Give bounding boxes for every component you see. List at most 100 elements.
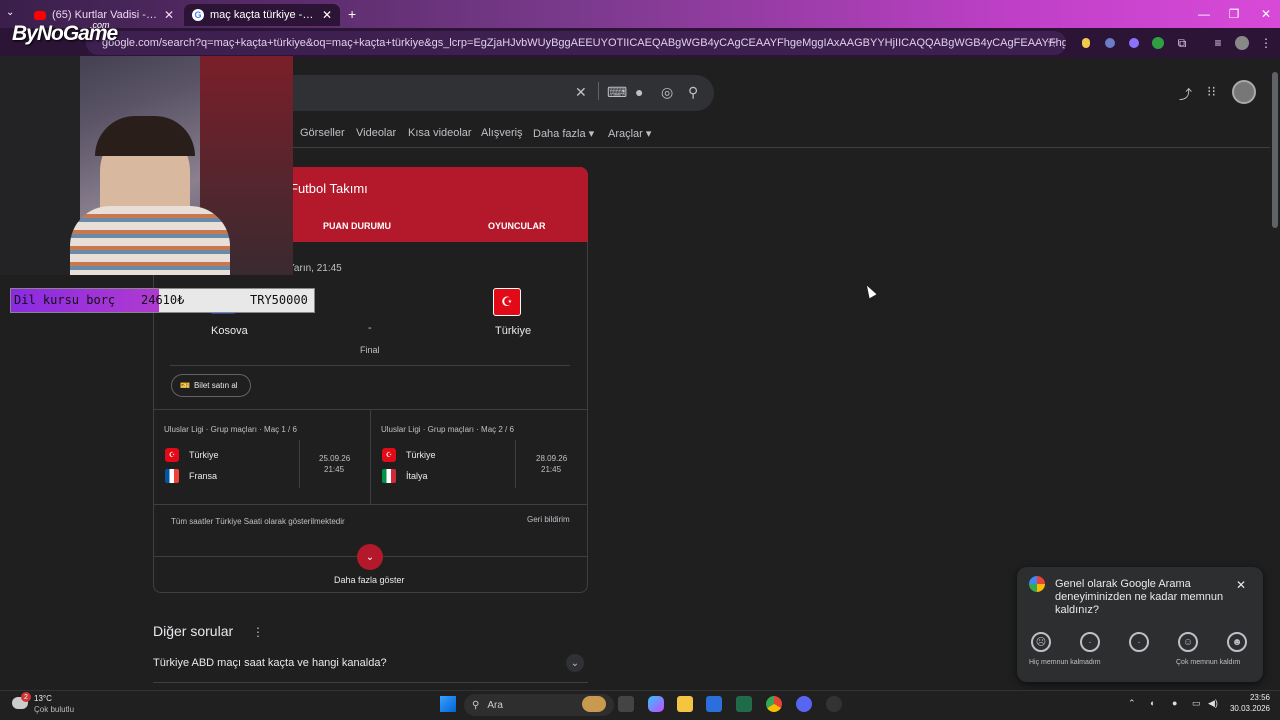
feedback-question: Genel olarak Google Arama deneyiminizden… (1055, 578, 1224, 616)
url-text: google.com/search?q=maç+kaçta+türkiye&oq… (102, 37, 1066, 49)
extension-icon[interactable] (1078, 35, 1094, 51)
team-name[interactable]: Türkiye (189, 450, 219, 460)
team-name[interactable]: Türkiye (406, 450, 436, 460)
match-time: 21:45 (324, 465, 345, 474)
tab-short-videos[interactable]: Kısa videolar (408, 127, 472, 139)
very-unhappy-face-icon[interactable]: ☹ (1031, 632, 1051, 652)
caret-down-icon: ▾ (588, 128, 595, 140)
question-item[interactable]: Türkiye ABD maçı saat kaçta ve hangi kan… (153, 657, 387, 669)
avatar[interactable] (1234, 35, 1250, 51)
show-more-button[interactable]: Daha fazla göster (334, 575, 405, 585)
search-icon[interactable]: ⚲ (688, 84, 698, 101)
feedback-link[interactable]: Geri bildirim (527, 515, 570, 524)
windows-start-icon[interactable] (440, 696, 456, 712)
high-rating-label: Çok memnun kaldım (1176, 659, 1241, 666)
divider (153, 504, 588, 505)
widget-icon[interactable] (582, 696, 606, 712)
chevron-down-icon[interactable]: ⌄ (566, 654, 584, 672)
neutral-face-icon[interactable]: · (1129, 632, 1149, 652)
monitor-icon[interactable]: ▭ (1192, 698, 1201, 709)
share-icon[interactable]: ⤴ (1179, 84, 1192, 103)
tab-google-search[interactable]: G maç kaçta türkiye - Google'da A... ✕ (184, 4, 340, 26)
match-date: Yarın, 21:45 (288, 263, 342, 274)
app-icon[interactable] (736, 696, 752, 712)
competition-label: Uluslar Ligi · Grup maçları · Maç 1 / 6 (164, 425, 297, 434)
weather-desc: Çok bulutlu (34, 705, 75, 714)
close-icon[interactable]: ✕ (164, 8, 174, 22)
google-icon: G (192, 9, 204, 21)
star-icon[interactable]: ☆ (1044, 35, 1060, 51)
youtube-icon (34, 10, 46, 20)
scrollbar-thumb[interactable] (1272, 72, 1278, 228)
file-explorer-icon[interactable] (677, 696, 693, 712)
chevron-down-icon[interactable]: ⌄ (357, 544, 383, 570)
microphone-icon[interactable]: ● (635, 84, 643, 100)
tab-images[interactable]: Görseller (300, 127, 345, 139)
tab-players[interactable]: OYUNCULAR (488, 221, 546, 231)
puzzle-icon[interactable]: ⧉ (1174, 35, 1190, 51)
close-icon[interactable]: ✕ (1236, 578, 1246, 592)
tab-tools[interactable]: Araçlar ▾ (608, 127, 651, 140)
chrome-icon[interactable] (766, 696, 782, 712)
window-close-button[interactable]: ✕ (1250, 0, 1280, 28)
volume-icon[interactable]: ◀) (1208, 698, 1218, 709)
mouse-cursor (863, 283, 877, 299)
turkey-flag-icon: ☪ (165, 448, 179, 462)
address-bar[interactable]: google.com/search?q=maç+kaçta+türkiye&oq… (86, 31, 1066, 55)
unhappy-face-icon[interactable]: · (1080, 632, 1100, 652)
clock-time[interactable]: 23:56 (1230, 693, 1270, 702)
close-icon[interactable]: ✕ (322, 8, 332, 22)
tab-label: Daha fazla (533, 128, 586, 140)
new-tab-button[interactable]: + (348, 6, 356, 22)
discord-icon[interactable] (796, 696, 812, 712)
tab-standings[interactable]: PUAN DURUMU (323, 221, 391, 231)
score: - (368, 322, 372, 334)
tab-videos[interactable]: Videolar (356, 127, 396, 139)
divider (153, 682, 588, 683)
media-icon[interactable]: ≡ (1210, 35, 1226, 51)
tab-more[interactable]: Daha fazla ▾ (533, 127, 594, 140)
more-options-icon[interactable]: ⋮ (252, 625, 264, 639)
app-icon[interactable] (826, 696, 842, 712)
match-stage: Final (360, 345, 380, 355)
store-icon[interactable] (706, 696, 722, 712)
menu-icon[interactable]: ⋮ (1258, 35, 1274, 51)
team-name[interactable]: İtalya (406, 471, 428, 481)
ticket-label: Bilet satın al (193, 381, 238, 390)
ticket-icon: 🎫 (180, 381, 190, 390)
ticket-button[interactable]: 🎫 Bilet satın al (171, 374, 251, 397)
copilot-icon[interactable] (648, 696, 664, 712)
maximize-button[interactable]: ❐ (1218, 0, 1250, 28)
channel-logo-suffix: .com (90, 20, 110, 30)
donation-current: 24610₺ (141, 293, 185, 307)
tab-search-button[interactable]: ⌄ (6, 7, 14, 18)
keyboard-icon[interactable]: ⌨ (607, 84, 627, 101)
divider (370, 409, 371, 504)
network-icon[interactable]: ◐ (1150, 698, 1155, 708)
streamer-sweater (70, 206, 230, 275)
extension-icon[interactable] (1126, 35, 1142, 51)
task-view-icon[interactable] (618, 696, 634, 712)
away-team[interactable]: Türkiye (495, 325, 531, 337)
clear-icon[interactable]: ✕ (575, 84, 587, 101)
apps-icon[interactable]: ⁝⁝ (1207, 83, 1216, 100)
extension-icon[interactable] (1102, 35, 1118, 51)
turkey-flag-icon: ☪ (493, 288, 521, 316)
divider (515, 440, 516, 488)
chevron-up-icon[interactable]: ⌃ (1128, 698, 1136, 709)
home-team[interactable]: Kosova (211, 325, 248, 337)
clock-date[interactable]: 30.03.2026 (1224, 704, 1270, 713)
team-name[interactable]: Fransa (189, 471, 217, 481)
extension-icon[interactable] (1150, 35, 1166, 51)
divider (598, 82, 599, 100)
tab-shopping[interactable]: Alışveriş (481, 127, 523, 139)
taskbar (0, 690, 1280, 720)
lens-icon[interactable]: ◎ (661, 84, 673, 101)
very-happy-face-icon[interactable]: ☻ (1227, 632, 1247, 652)
happy-face-icon[interactable]: ☺ (1178, 632, 1198, 652)
minimize-button[interactable]: — (1188, 0, 1220, 28)
match-date: 28.09.26 (536, 454, 568, 463)
avatar[interactable] (1232, 80, 1256, 104)
microphone-icon[interactable]: ● (1172, 698, 1177, 708)
low-rating-label: Hiç memnun kalmadım (1029, 659, 1101, 666)
